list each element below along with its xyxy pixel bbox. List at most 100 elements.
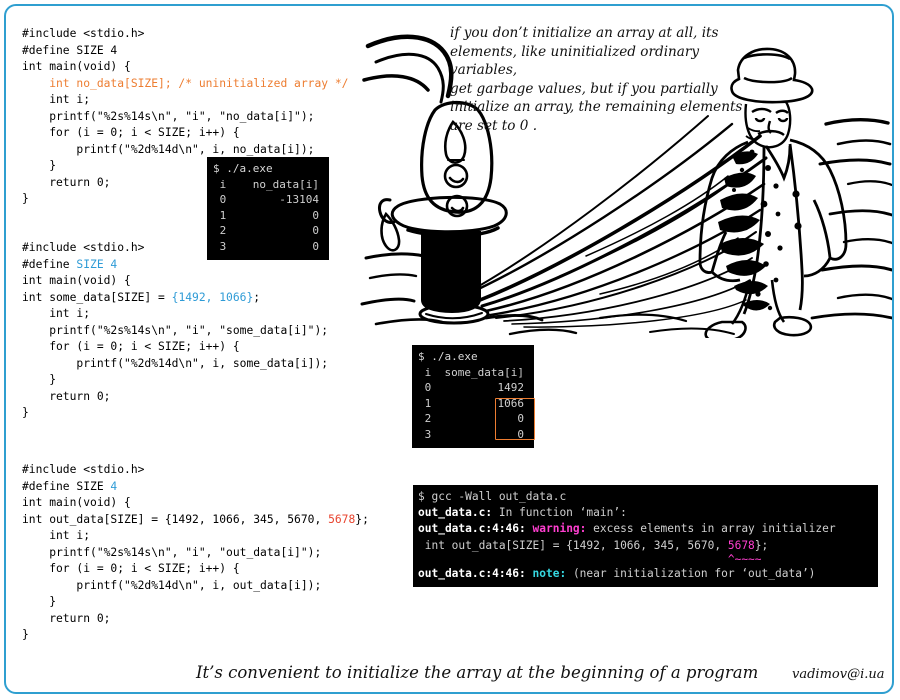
- code-token: printf("%2s%14s\n", "i", "some_data[i]")…: [22, 323, 329, 337]
- code-token: int i;: [22, 307, 91, 321]
- code-line: int main(void) {: [22, 495, 369, 512]
- code-line: return 0;: [22, 389, 328, 406]
- terminal-header: i some_data[i]: [418, 365, 528, 381]
- terminal-source-line: int out_data[SIZE] = {1492, 1066, 345, 5…: [418, 538, 873, 554]
- code-token: int main(void) {: [22, 60, 131, 74]
- terminal-token: 3 0: [418, 427, 524, 441]
- code-token: }: [22, 159, 57, 173]
- terminal-token: $ ./a.exe: [418, 350, 478, 363]
- terminal-header: i no_data[i]: [213, 177, 323, 193]
- terminal-token: ^~~~~: [727, 552, 762, 566]
- code-token: }: [22, 373, 57, 387]
- terminal-token: 5678: [727, 538, 755, 552]
- terminal-token: 2 0: [213, 224, 319, 238]
- code-token: int i;: [22, 93, 91, 107]
- terminal-token: 0 -13104: [213, 193, 319, 207]
- terminal-token: note:: [525, 566, 567, 580]
- code-block-some_data: #include <stdio.h> #define SIZE 4 int main…: [22, 240, 328, 422]
- terminal-row: 1 0: [213, 208, 323, 224]
- code-line: #define SIZE 4: [22, 43, 348, 60]
- terminal-command: $ ./a.exe: [418, 349, 528, 365]
- code-line: for (i = 0; i < SIZE; i++) {: [22, 339, 328, 356]
- code-token: for (i = 0; i < SIZE; i++) {: [22, 126, 240, 140]
- code-token: int out_data[SIZE] = {1492, 1066, 345, 5…: [22, 512, 329, 526]
- code-line: printf("%2d%14d\n", i, out_data[i]);: [22, 578, 369, 595]
- code-token: #define SIZE 4: [22, 43, 118, 57]
- terminal-token: i no_data[i]: [213, 177, 319, 191]
- code-line: printf("%2d%14d\n", i, no_data[i]);: [22, 142, 348, 159]
- code-line: return 0;: [22, 611, 369, 628]
- terminal-some-data-output: $ ./a.exe i some_data[i] 0 1492 1 1066 2…: [412, 345, 534, 448]
- code-token: int main(void) {: [22, 274, 131, 288]
- slide-root: if you don’t initialize an array at all,…: [0, 0, 900, 700]
- code-token: #define SIZE: [22, 479, 111, 493]
- code-token: #include <stdio.h>: [22, 241, 145, 254]
- terminal-token: warning:: [525, 522, 587, 536]
- code-token: int some_data[SIZE] =: [22, 290, 172, 304]
- terminal-command: $ gcc -Wall out_data.c: [418, 489, 873, 505]
- code-token: #include <stdio.h>: [22, 27, 145, 40]
- code-line: }: [22, 405, 328, 422]
- terminal-token: 1 1066: [418, 396, 524, 410]
- code-line: int i;: [22, 306, 328, 323]
- code-line: for (i = 0; i < SIZE; i++) {: [22, 561, 369, 578]
- code-token: for (i = 0; i < SIZE; i++) {: [22, 562, 240, 576]
- terminal-compiler-warning: $ gcc -Wall out_data.c out_data.c: In fun…: [413, 485, 878, 588]
- code-token: printf("%2d%14d\n", i, out_data[i]);: [22, 578, 322, 592]
- code-token: int no_data[SIZE]; /* uninitialized arra…: [22, 76, 349, 90]
- terminal-caret-line: ^~~~~: [418, 552, 873, 566]
- code-token: printf("%2d%14d\n", i, no_data[i]);: [22, 142, 315, 156]
- terminal-note-line: out_data.c:4:46: note: (near initializat…: [418, 566, 873, 582]
- code-line: int out_data[SIZE] = {1492, 1066, 345, 5…: [22, 512, 369, 529]
- code-line: int no_data[SIZE]; /* uninitialized arra…: [22, 76, 348, 93]
- code-line: int i;: [22, 528, 369, 545]
- terminal-token: 1 0: [213, 208, 319, 222]
- terminal-token: In function ‘main’:: [492, 506, 627, 520]
- code-token: int main(void) {: [22, 496, 131, 510]
- terminal-token: excess elements in array initializer: [586, 522, 836, 536]
- code-line: #define SIZE 4: [22, 257, 328, 274]
- code-line: int main(void) {: [22, 273, 328, 290]
- code-line: #include <stdio.h>: [22, 240, 328, 257]
- code-token: return 0;: [22, 175, 111, 189]
- code-line: #include <stdio.h>: [22, 26, 348, 43]
- terminal-row: 1 1066: [418, 396, 528, 412]
- terminal-token: $ gcc -Wall out_data.c: [418, 490, 567, 503]
- terminal-token: i some_data[i]: [418, 365, 524, 379]
- code-line: #define SIZE 4: [22, 479, 369, 496]
- code-line: int some_data[SIZE] = {1492, 1066};: [22, 290, 328, 307]
- code-line: }: [22, 594, 369, 611]
- terminal-row: 0 1492: [418, 380, 528, 396]
- code-line: }: [22, 372, 328, 389]
- terminal-row: 0 -13104: [213, 192, 323, 208]
- author-email: vadimov@i.ua: [792, 667, 885, 682]
- terminal-token: out_data.c:4:46:: [418, 566, 526, 580]
- code-token: int i;: [22, 529, 91, 543]
- code-token: for (i = 0; i < SIZE; i++) {: [22, 340, 240, 354]
- terminal-token: $ ./a.exe: [213, 162, 273, 175]
- terminal-warning-line: out_data.c:4:46: warning: excess element…: [418, 521, 873, 537]
- code-token: #define: [22, 257, 77, 271]
- explanatory-note: if you don’t initialize an array at all,…: [450, 25, 743, 134]
- code-line: for (i = 0; i < SIZE; i++) {: [22, 125, 348, 142]
- code-token: }: [22, 628, 29, 642]
- terminal-infunction-line: out_data.c: In function ‘main’:: [418, 505, 873, 521]
- terminal-token: out_data.c:4:46:: [418, 522, 526, 536]
- terminal-token: out_data.c:: [418, 506, 493, 520]
- terminal-token: };: [754, 538, 769, 552]
- code-line: printf("%2s%14s\n", "i", "out_data[i]");: [22, 545, 369, 562]
- terminal-token: 0 1492: [418, 381, 524, 395]
- code-token: SIZE 4: [76, 257, 118, 271]
- code-line: }: [22, 627, 369, 644]
- code-token: {1492, 1066}: [171, 290, 254, 304]
- code-token: return 0;: [22, 389, 111, 403]
- code-token: };: [355, 512, 369, 526]
- code-line: printf("%2s%14s\n", "i", "some_data[i]")…: [22, 323, 328, 340]
- code-token: #include <stdio.h>: [22, 463, 145, 476]
- terminal-token: (near initialization for ‘out_data’): [566, 566, 816, 580]
- code-line: printf("%2d%14d\n", i, some_data[i]);: [22, 356, 328, 373]
- terminal-row: 3 0: [418, 427, 528, 443]
- slide-caption: It’s convenient to initialize the array …: [196, 663, 759, 682]
- code-token: 4: [110, 479, 118, 493]
